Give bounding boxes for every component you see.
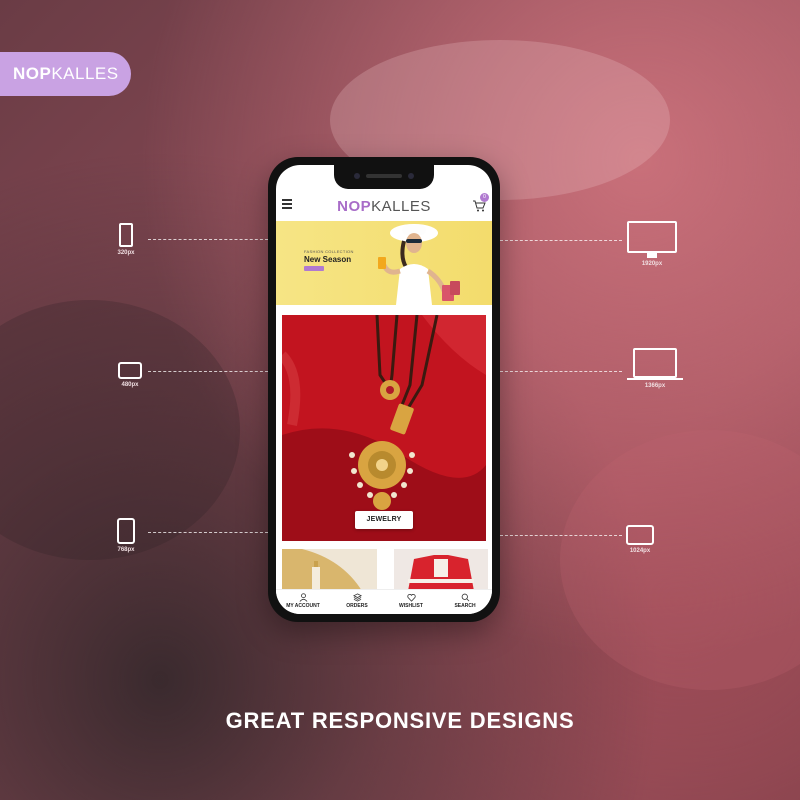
device-label: 1366px <box>644 383 666 389</box>
connector-line <box>148 371 268 372</box>
app-header: NOPKALLES 0 <box>276 191 492 221</box>
speaker <box>366 174 402 178</box>
device-1366: 1366px <box>610 348 700 389</box>
connector-line <box>148 239 268 240</box>
tablet-landscape-icon <box>118 362 142 379</box>
device-label: 480px <box>121 382 139 388</box>
laptop-icon <box>633 348 677 378</box>
connector-line <box>500 240 622 241</box>
nav-search[interactable]: SEARCH <box>438 590 492 614</box>
device-480: 480px <box>85 362 175 388</box>
nav-wishlist[interactable]: WISHLIST <box>384 590 438 614</box>
device-label: 1920px <box>641 261 663 267</box>
nav-label: WISHLIST <box>399 603 423 609</box>
device-1024: 1024px <box>595 525 685 554</box>
user-icon <box>299 593 307 602</box>
smartphone-icon <box>119 223 133 247</box>
search-icon <box>461 593 469 602</box>
app-logo-light: KALLES <box>371 198 431 215</box>
laptop-base <box>627 378 683 380</box>
hero-shop-button[interactable] <box>304 266 324 271</box>
hero-subtitle: FASHION COLLECTION <box>304 249 354 254</box>
nav-orders[interactable]: ORDERS <box>330 590 384 614</box>
phone-notch <box>334 165 434 189</box>
nav-label: SEARCH <box>454 603 476 609</box>
device-1920: 1920px <box>607 221 697 267</box>
nav-label: MY ACCOUNT <box>286 603 320 609</box>
nav-label: ORDERS <box>346 603 368 609</box>
kids-clothing-image <box>408 555 474 591</box>
phone-screen: NOPKALLES 0 FASHION COLLECTION New Seaso… <box>276 165 492 614</box>
app-logo[interactable]: NOPKALLES <box>276 198 492 215</box>
connector-line <box>500 371 622 372</box>
bottom-navigation: MY ACCOUNT ORDERS WISHLIST SEARCH <box>276 589 492 614</box>
nav-my-account[interactable]: MY ACCOUNT <box>276 590 330 614</box>
device-label: 320px <box>117 250 135 256</box>
cart-icon[interactable]: 0 <box>472 193 489 212</box>
desktop-monitor-icon <box>627 221 677 253</box>
camera <box>408 173 414 179</box>
layers-icon <box>352 593 362 602</box>
tablet-landscape-icon <box>626 525 654 545</box>
heart-icon <box>406 594 416 602</box>
monitor-stand <box>647 253 657 258</box>
product-thumbnail[interactable] <box>394 549 488 591</box>
sensor <box>354 173 360 179</box>
background-blur-shape <box>560 430 800 690</box>
jewelry-image <box>282 315 486 541</box>
connector-line <box>500 535 622 536</box>
jewelry-category-card[interactable]: JEWELRY <box>282 315 486 541</box>
footer-headline: GREAT RESPONSIVE DESIGNS <box>225 708 575 733</box>
phone-mockup: NOPKALLES 0 FASHION COLLECTION New Seaso… <box>268 157 500 622</box>
cosmetics-image <box>282 549 362 591</box>
cart-count-badge: 0 <box>480 193 489 202</box>
hero-model-image <box>378 224 460 305</box>
connector-line <box>148 532 268 533</box>
app-logo-bold: NOP <box>337 198 372 215</box>
device-768: 768px <box>81 518 171 553</box>
jewelry-button[interactable]: JEWELRY <box>355 511 413 529</box>
hero-title: New Season <box>304 255 352 264</box>
device-label: 1024px <box>629 548 651 554</box>
brand-logo-light: KALLES <box>51 64 119 83</box>
brand-logo-badge: NOP KALLES <box>0 52 131 96</box>
brand-logo-bold: NOP <box>13 64 52 83</box>
tablet-portrait-icon <box>117 518 135 544</box>
product-thumbnail[interactable] <box>282 549 377 591</box>
hero-banner[interactable]: FASHION COLLECTION New Season <box>276 221 492 305</box>
device-label: 768px <box>117 547 135 553</box>
